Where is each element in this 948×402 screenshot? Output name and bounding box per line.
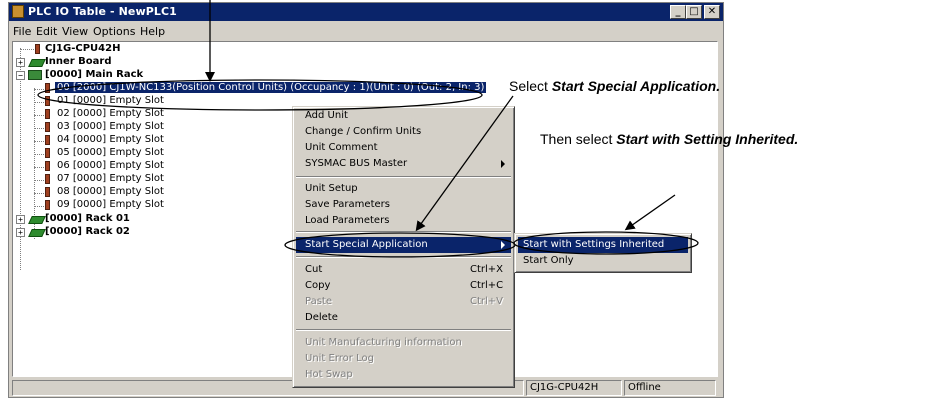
menu-separator xyxy=(296,231,511,233)
tree-item-label: CJ1G-CPU42H xyxy=(45,43,121,54)
tree-line xyxy=(34,102,44,103)
maximize-button[interactable]: □ xyxy=(686,5,702,19)
shortcut-label: Ctrl+X xyxy=(470,264,504,275)
menu-edit[interactable]: Edit xyxy=(36,25,57,38)
menu-help[interactable]: Help xyxy=(140,25,165,38)
unit-icon xyxy=(45,135,50,145)
menu-item-start-special-application[interactable]: Start Special Application xyxy=(296,237,511,253)
menu-separator xyxy=(296,256,511,258)
start-special-application-submenu: Start with Settings Inherited Start Only xyxy=(514,233,692,273)
menu-separator xyxy=(296,329,511,331)
menu-separator xyxy=(296,176,511,178)
menu-item-add-unit[interactable]: Add Unit xyxy=(296,108,511,124)
menu-file[interactable]: File xyxy=(13,25,31,38)
tree-line xyxy=(34,141,44,142)
menu-item-start-only[interactable]: Start Only xyxy=(518,253,688,269)
menu-item-unit-setup[interactable]: Unit Setup xyxy=(296,181,511,197)
menu-item-copy[interactable]: Copy Ctrl+C xyxy=(296,278,511,294)
menu-item-load-parameters[interactable]: Load Parameters xyxy=(296,213,511,229)
tree-item-label: Inner Board xyxy=(45,56,112,67)
unit-icon xyxy=(45,161,50,171)
status-model: CJ1G-CPU42H xyxy=(526,380,622,396)
unit-icon xyxy=(45,148,50,158)
tree-line xyxy=(34,128,44,129)
callout-select-start-special-application: Select Start Special Application. xyxy=(509,78,721,94)
tree-item-label: [0000] Rack 02 xyxy=(45,226,130,237)
rack-icon xyxy=(28,70,42,80)
tree-item-label: 07 [0000] Empty Slot xyxy=(57,173,164,184)
title-bar[interactable]: PLC IO Table - NewPLC1 _ □ ✕ xyxy=(9,3,723,21)
menu-item-start-with-settings-inherited[interactable]: Start with Settings Inherited xyxy=(518,237,688,253)
tree-line xyxy=(34,180,44,181)
tree-item-label: 01 [0000] Empty Slot xyxy=(57,95,164,106)
tree-item-label: [0000] Rack 01 xyxy=(45,213,130,224)
minimize-button[interactable]: _ xyxy=(670,5,686,19)
unit-icon xyxy=(45,200,50,210)
tree-item-label: 03 [0000] Empty Slot xyxy=(57,121,164,132)
tree-item-label: [0000] Main Rack xyxy=(45,69,144,80)
tree-item-label: 02 [0000] Empty Slot xyxy=(57,108,164,119)
tree-item-label: 06 [0000] Empty Slot xyxy=(57,160,164,171)
shortcut-label: Ctrl+V xyxy=(470,296,504,307)
context-menu: Add Unit Change / Confirm Units Unit Com… xyxy=(292,106,515,388)
menu-item-change-confirm-units[interactable]: Change / Confirm Units xyxy=(296,124,511,140)
menu-view[interactable]: View xyxy=(62,25,88,38)
menu-item-paste: Paste Ctrl+V xyxy=(305,296,504,307)
tree-item-label: 05 [0000] Empty Slot xyxy=(57,147,164,158)
board-icon xyxy=(28,59,46,67)
cpu-unit-icon xyxy=(35,44,40,54)
unit-icon xyxy=(45,83,50,93)
unit-icon xyxy=(45,174,50,184)
menu-item-delete[interactable]: Delete xyxy=(296,310,511,326)
unit-icon xyxy=(45,96,50,106)
tree-item-label: 09 [0000] Empty Slot xyxy=(57,199,164,210)
tree-line xyxy=(34,167,44,168)
collapse-minus-icon[interactable]: − xyxy=(16,71,25,80)
tree-line xyxy=(34,115,44,116)
unit-icon xyxy=(45,122,50,132)
menu-item-unit-error-log: Unit Error Log xyxy=(305,353,374,364)
expand-plus-icon[interactable]: + xyxy=(16,215,25,224)
rack-icon xyxy=(28,229,46,237)
unit-icon xyxy=(45,187,50,197)
rack-icon xyxy=(28,216,46,224)
tree-item-label-selected: 00 [2000] CJ1W-NC133(Position Control Un… xyxy=(55,82,487,93)
tree-line xyxy=(34,193,44,194)
close-button[interactable]: ✕ xyxy=(704,5,720,19)
menu-item-cut[interactable]: Cut Ctrl+X xyxy=(296,262,511,278)
window-title: PLC IO Table - NewPLC1 xyxy=(28,5,177,18)
callout-select-start-with-setting-inherited: Then select Start with Setting Inherited… xyxy=(540,131,799,147)
submenu-arrow-icon xyxy=(501,160,505,168)
unit-icon xyxy=(45,109,50,119)
menu-item-unit-comment[interactable]: Unit Comment xyxy=(296,140,511,156)
submenu-arrow-icon xyxy=(501,241,505,249)
shortcut-label: Ctrl+C xyxy=(470,280,504,291)
tree-line xyxy=(34,154,44,155)
tree-line xyxy=(34,206,44,207)
tree-item-label: 04 [0000] Empty Slot xyxy=(57,134,164,145)
expand-plus-icon[interactable]: + xyxy=(16,228,25,237)
status-mode: Offline xyxy=(624,380,716,396)
tree-line xyxy=(34,89,44,90)
menu-item-sysmac-bus-master[interactable]: SYSMAC BUS Master xyxy=(296,156,511,172)
expand-plus-icon[interactable]: + xyxy=(16,58,25,67)
tree-item-label: 08 [0000] Empty Slot xyxy=(57,186,164,197)
menu-options[interactable]: Options xyxy=(93,25,135,38)
tree-line xyxy=(20,49,34,50)
plc-app-icon xyxy=(12,5,24,18)
menu-item-save-parameters[interactable]: Save Parameters xyxy=(296,197,511,213)
menu-bar: File Edit View Options Help xyxy=(9,22,723,40)
menu-item-hot-swap: Hot Swap xyxy=(305,369,353,380)
menu-item-unit-manufacturing-information: Unit Manufacturing information xyxy=(305,337,462,348)
